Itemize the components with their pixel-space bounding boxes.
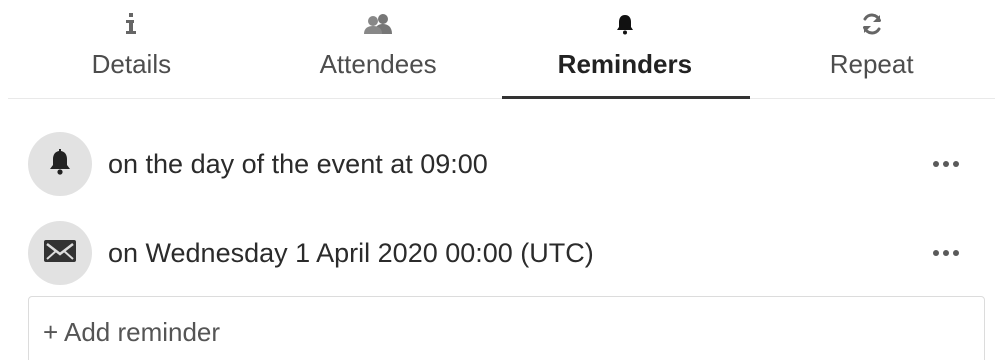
- tab-bar: Details Attendees Reminders Repeat: [8, 0, 995, 99]
- tab-attendees[interactable]: Attendees: [255, 0, 502, 98]
- bell-icon: [48, 148, 72, 181]
- refresh-icon: [852, 12, 892, 36]
- more-dot: [933, 161, 939, 167]
- reminder-avatar: [28, 221, 92, 285]
- tab-reminders-label: Reminders: [557, 49, 693, 79]
- more-dot: [953, 250, 959, 256]
- more-options-button[interactable]: [924, 150, 968, 178]
- more-dot: [943, 250, 949, 256]
- tab-reminders[interactable]: Reminders: [501, 0, 750, 99]
- bell-icon: [605, 12, 645, 36]
- tab-details[interactable]: Details: [8, 0, 255, 98]
- reminder-text: on Wednesday 1 April 2020 00:00 (UTC): [108, 237, 594, 268]
- reminder-avatar: [28, 132, 92, 196]
- users-icon: [358, 12, 398, 36]
- more-dot: [953, 161, 959, 167]
- tab-repeat[interactable]: Repeat: [748, 0, 995, 98]
- more-options-button[interactable]: [924, 239, 968, 267]
- tab-details-label: Details: [91, 49, 172, 79]
- reminder-text: on the day of the event at 09:00: [108, 148, 488, 179]
- more-dot: [933, 250, 939, 256]
- reminder-item: on the day of the event at 09:00: [28, 131, 968, 197]
- tab-attendees-label: Attendees: [319, 49, 437, 79]
- info-icon: [111, 12, 151, 36]
- reminder-item: on Wednesday 1 April 2020 00:00 (UTC): [28, 220, 968, 286]
- reminders-panel: Details Attendees Reminders Repeat on th…: [0, 0, 995, 360]
- more-dot: [943, 161, 949, 167]
- tab-repeat-label: Repeat: [829, 49, 914, 79]
- envelope-icon: [43, 239, 77, 268]
- add-reminder-button[interactable]: + Add reminder: [28, 296, 985, 360]
